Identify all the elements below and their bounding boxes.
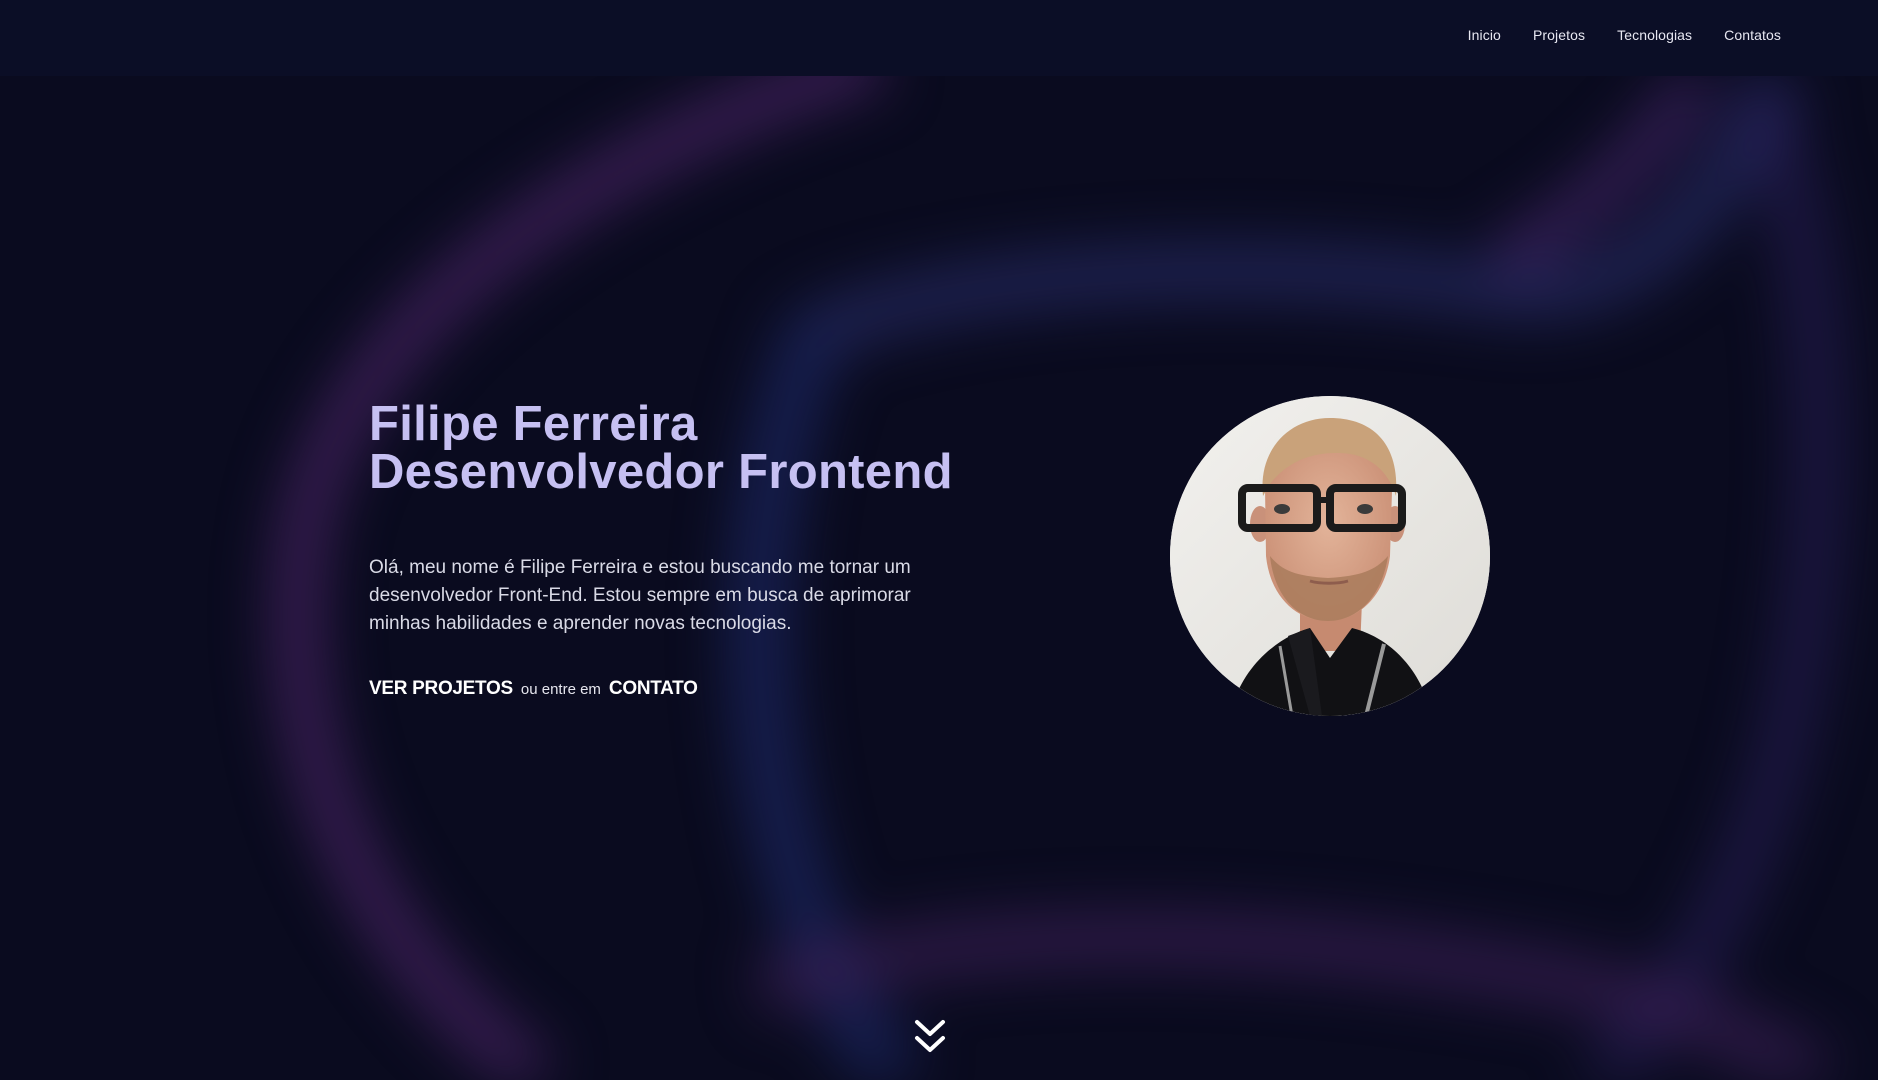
nav-link-projetos[interactable]: Projetos <box>1533 27 1585 43</box>
nav-link-contatos[interactable]: Contatos <box>1724 27 1781 43</box>
hero-role: Desenvolvedor Frontend <box>369 445 953 499</box>
cta-row: VER PROJETOS ou entre em CONTATO <box>369 678 969 700</box>
nav-link-inicio[interactable]: Inicio <box>1468 27 1501 43</box>
profile-photo <box>1170 396 1490 716</box>
hero-title: Filipe Ferreira Desenvolvedor Frontend <box>369 397 969 499</box>
nav-links: Inicio Projetos Tecnologias Contatos <box>1468 27 1781 43</box>
profile-photo-illustration <box>1170 396 1490 716</box>
view-projects-link[interactable]: VER PROJETOS <box>369 678 513 700</box>
hero-section: Filipe Ferreira Desenvolvedor Frontend O… <box>369 400 969 700</box>
contact-link[interactable]: CONTATO <box>609 678 698 700</box>
cta-separator-text: ou entre em <box>520 681 601 698</box>
navbar: Inicio Projetos Tecnologias Contatos <box>0 0 1878 76</box>
double-chevron-down-icon <box>915 1020 945 1052</box>
scroll-down-button[interactable] <box>913 1018 947 1058</box>
page: Inicio Projetos Tecnologias Contatos Fil… <box>0 0 1878 1080</box>
hero-description: Olá, meu nome é Filipe Ferreira e estou … <box>369 557 911 634</box>
hero-name: Filipe Ferreira <box>369 397 698 451</box>
nav-link-tecnologias[interactable]: Tecnologias <box>1617 27 1692 43</box>
